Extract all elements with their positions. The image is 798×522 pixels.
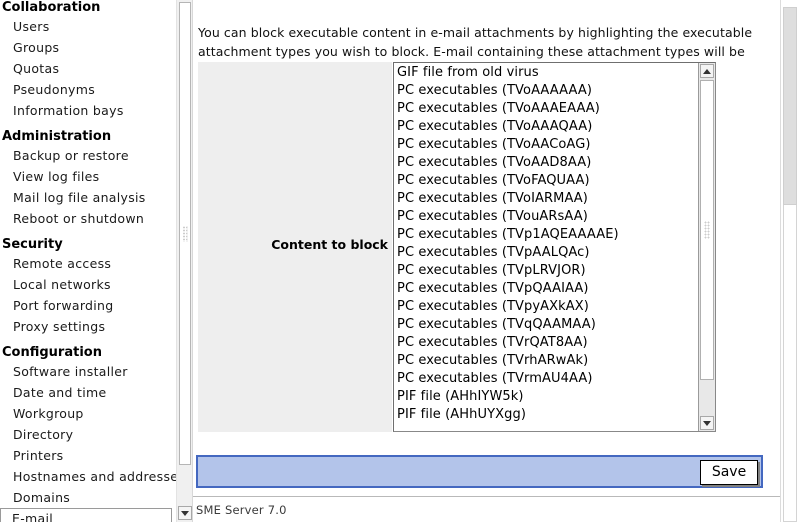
listbox-option[interactable]: PC executables (TVoAAAQAA) [394, 118, 699, 136]
listbox-scroll-down-button[interactable] [700, 416, 714, 430]
listbox-option[interactable]: PC executables (TVp1AQEAAAAE) [394, 226, 699, 244]
sidebar-item-port-forwarding[interactable]: Port forwarding [0, 295, 176, 316]
sidebar-scrollbar[interactable] [176, 0, 192, 522]
main-content: You can block executable content in e-ma… [193, 0, 780, 522]
status-bar-text: SME Server 7.0 [196, 503, 287, 517]
sidebar-scroll-down-button[interactable] [178, 506, 192, 520]
listbox-option[interactable]: PC executables (TVpQAAIAA) [394, 280, 699, 298]
sidebar-item-directory[interactable]: Directory [0, 424, 176, 445]
sidebar-item-domains[interactable]: Domains [0, 487, 176, 508]
sidebar-item-printers[interactable]: Printers [0, 445, 176, 466]
sidebar-group-title-collaboration: Collaboration [2, 0, 101, 15]
sidebar-item-groups[interactable]: Groups [0, 37, 176, 58]
chevron-down-icon [181, 510, 189, 516]
sidebar-item-backup-or-restore[interactable]: Backup or restore [0, 145, 176, 166]
listbox-option[interactable]: PC executables (TVoAAD8AA) [394, 154, 699, 172]
scrollbar-grip-icon [182, 225, 188, 242]
sidebar-group-title-administration: Administration [2, 129, 112, 144]
chevron-up-icon [703, 68, 711, 74]
sidebar-item-information-bays[interactable]: Information bays [0, 100, 176, 121]
sme-server-manager-window: Collaboration Users Groups Quotas Pseudonyms… [0, 0, 798, 522]
listbox-option[interactable]: PC executables (TVrQAT8AA) [394, 334, 699, 352]
sidebar-item-local-networks[interactable]: Local networks [0, 274, 176, 295]
listbox-option[interactable]: GIF file from old virus [394, 64, 699, 82]
listbox-scrollbar[interactable] [698, 63, 715, 431]
page-scrollbar-track[interactable] [783, 205, 797, 522]
sidebar-list: Collaboration Users Groups Quotas Pseudonyms… [0, 0, 176, 522]
sidebar-item-hostnames-and-addresses[interactable]: Hostnames and addresses [0, 466, 176, 487]
page-scrollbar[interactable] [780, 0, 798, 522]
sidebar-group-title-security: Security [2, 237, 63, 252]
listbox-option[interactable]: PC executables (TVoAAAEAAA) [394, 100, 699, 118]
content-to-block-label: Content to block [271, 237, 388, 252]
sidebar-scrollbar-thumb[interactable] [179, 2, 191, 465]
sidebar-item-view-log-files[interactable]: View log files [0, 166, 176, 187]
listbox-option[interactable]: PIF file (AHhIYW5k) [394, 388, 699, 406]
listbox-option[interactable]: PC executables (TVrmAU4AA) [394, 370, 699, 388]
sidebar-item-proxy-settings[interactable]: Proxy settings [0, 316, 176, 337]
listbox-option[interactable]: PC executables (TVoAAAAAA) [394, 82, 699, 100]
sidebar-item-reboot-or-shutdown[interactable]: Reboot or shutdown [0, 208, 176, 229]
footer-divider [193, 496, 780, 497]
listbox-option[interactable]: PC executables (TVoAACoAG) [394, 136, 699, 154]
listbox-option[interactable]: PC executables (TVqQAAMAA) [394, 316, 699, 334]
sidebar-item-users[interactable]: Users [0, 16, 176, 37]
sidebar-item-workgroup[interactable]: Workgroup [0, 403, 176, 424]
chevron-down-icon [703, 420, 711, 426]
listbox-option[interactable]: PC executables (TVoFAQUAA) [394, 172, 699, 190]
listbox-option[interactable]: PC executables (TVpyAXkAX) [394, 298, 699, 316]
sidebar-item-e-mail[interactable]: E-mail [0, 508, 172, 522]
save-button[interactable]: Save [700, 460, 758, 485]
field-label-cell: Content to block [198, 62, 393, 432]
listbox-option[interactable]: PC executables (TVpLRVJOR) [394, 262, 699, 280]
listbox-scroll-up-button[interactable] [700, 64, 714, 78]
sidebar-item-date-and-time[interactable]: Date and time [0, 382, 176, 403]
listbox-scrollbar-thumb[interactable] [700, 80, 714, 380]
sidebar-group-title-configuration: Configuration [2, 345, 102, 360]
listbox-option[interactable]: PC executables (TVoIARMAA) [394, 190, 699, 208]
sidebar-navigation: Collaboration Users Groups Quotas Pseudonyms… [0, 0, 176, 522]
content-to-block-listbox[interactable]: GIF file from old virus PC executables (T… [393, 62, 716, 432]
listbox-option[interactable]: PC executables (TVouARsAA) [394, 208, 699, 226]
listbox-option[interactable]: PC executables (TVpAALQAc) [394, 244, 699, 262]
page-scrollbar-thumb[interactable] [783, 7, 797, 205]
save-panel: Save [196, 455, 763, 488]
sidebar-item-pseudonyms[interactable]: Pseudonyms [0, 79, 176, 100]
listbox-option[interactable]: PC executables (TVrhARwAk) [394, 352, 699, 370]
listbox-options[interactable]: GIF file from old virus PC executables (T… [394, 63, 699, 424]
sidebar-item-mail-log-file-analysis[interactable]: Mail log file analysis [0, 187, 176, 208]
sidebar-item-software-installer[interactable]: Software installer [0, 361, 176, 382]
scrollbar-grip-icon [704, 221, 710, 239]
sidebar-item-quotas[interactable]: Quotas [0, 58, 176, 79]
content-to-block-form-row: Content to block GIF file from old virus… [198, 62, 716, 432]
sidebar-item-remote-access[interactable]: Remote access [0, 253, 176, 274]
listbox-option[interactable]: PIF file (AHhUYXgg) [394, 406, 699, 424]
